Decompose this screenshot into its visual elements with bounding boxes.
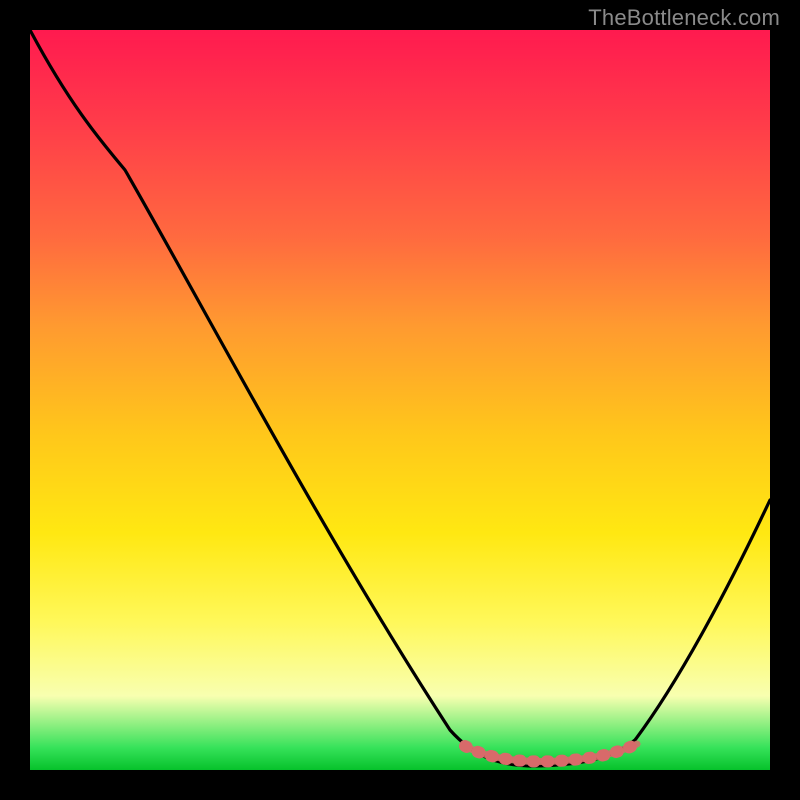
plot-area — [30, 30, 770, 770]
optimal-range-marker-fill — [465, 744, 637, 761]
attribution-text: TheBottleneck.com — [588, 5, 780, 31]
bottleneck-curve — [30, 30, 770, 766]
chart-root: TheBottleneck.com — [0, 0, 800, 800]
curve-overlay — [30, 30, 770, 770]
